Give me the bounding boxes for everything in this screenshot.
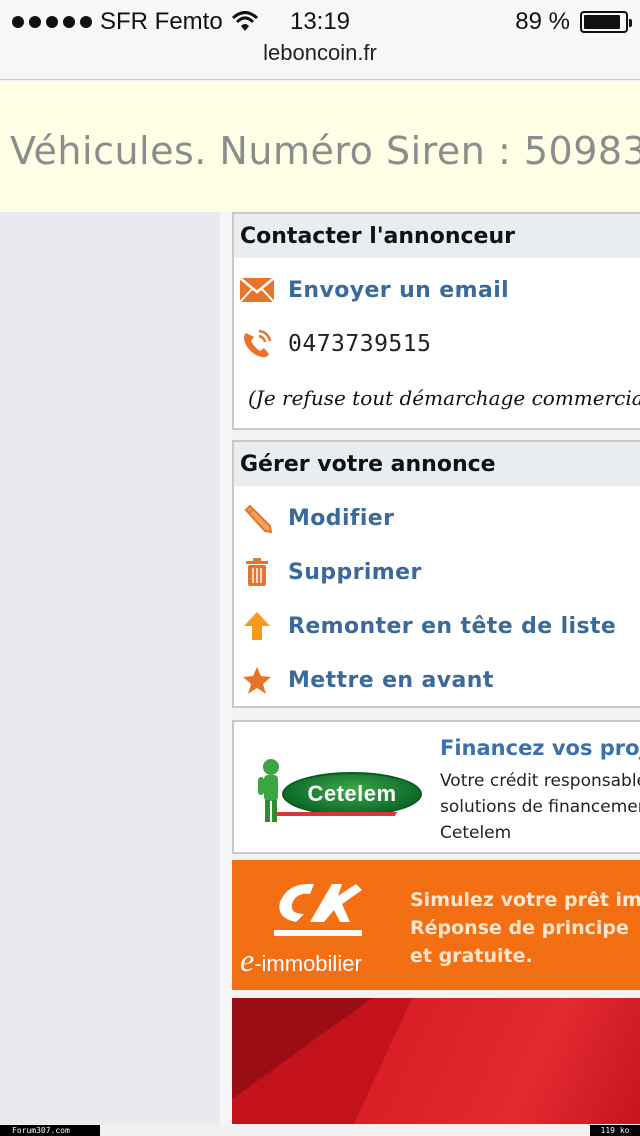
arrow-up-icon [238, 608, 276, 644]
feature-link[interactable]: Mettre en avant [234, 660, 494, 700]
modify-link[interactable]: Modifier [234, 498, 394, 538]
manage-title: Gérer votre annonce [234, 442, 640, 486]
left-column [0, 212, 220, 1124]
red-ad-banner[interactable] [232, 998, 640, 1128]
trash-icon [238, 554, 276, 590]
red-ad-shape [232, 998, 372, 1128]
envelope-icon [238, 272, 276, 308]
column-gutter [220, 212, 232, 1124]
address-bar[interactable]: leboncoin.fr [0, 40, 640, 66]
status-bar: SFR Femto 13:19 89 % leboncoin.fr [0, 0, 640, 80]
ca-logo-icon [274, 883, 362, 936]
email-label: Envoyer un email [288, 277, 510, 303]
battery-percent: 89 % [515, 8, 570, 35]
red-ad-gradient [352, 998, 640, 1128]
contact-title: Contacter l'annonceur [234, 214, 640, 258]
status-right: 89 % [515, 8, 632, 36]
ca-logo-suffix: -immobilier [254, 951, 362, 976]
contact-box: Contacter l'annonceur Envoyer un email 0… [232, 212, 640, 430]
pencil-icon [238, 500, 276, 536]
phone-number: 0473739515 [288, 331, 432, 357]
ca-immobilier-ad[interactable]: e-immobilier Simulez votre prêt immobili… [232, 860, 640, 990]
delete-link[interactable]: Supprimer [234, 552, 422, 592]
feature-label: Mettre en avant [288, 667, 494, 693]
ca-line-2: Réponse de principe [410, 917, 629, 939]
cetelem-title: Financez vos projets [440, 736, 640, 760]
ca-line-3: et gratuite. [410, 945, 533, 967]
manage-box: Gérer votre annonce Modifier Supprimer R… [232, 440, 640, 708]
delete-label: Supprimer [288, 559, 422, 585]
email-link[interactable]: Envoyer un email [234, 270, 509, 310]
cetelem-line-2: solutions de financement [440, 797, 640, 817]
bump-label: Remonter en tête de liste [288, 613, 617, 639]
ca-body: Simulez votre prêt immobilier Réponse de… [410, 886, 640, 970]
ca-logo-e: e [240, 942, 255, 978]
star-icon [238, 662, 276, 698]
watermark-right: 119 ko [590, 1125, 640, 1136]
no-solicitation-note: (Je refuse tout démarchage commercial [248, 386, 640, 410]
cetelem-line-3: Cetelem [440, 823, 512, 843]
ca-line-1: Simulez votre prêt immobilier [410, 889, 640, 911]
ca-e-immobilier-logo: e-immobilier [240, 942, 362, 979]
modify-label: Modifier [288, 505, 395, 531]
cetelem-logo: Cetelem [282, 772, 422, 816]
category-banner: Véhicules. Numéro Siren : 509830 [0, 81, 640, 212]
phone-row[interactable]: 0473739515 [234, 324, 431, 364]
cetelem-ad[interactable]: Cetelem Financez vos projets Votre crédi… [232, 720, 640, 854]
phone-icon [238, 326, 276, 362]
battery-icon [580, 11, 632, 33]
cetelem-swoosh [274, 812, 398, 816]
banner-text: Véhicules. Numéro Siren : 509830 [10, 129, 640, 173]
cetelem-line-1: Votre crédit responsable [440, 771, 640, 791]
watermark-left: Forum307.com [0, 1125, 100, 1136]
cetelem-body: Votre crédit responsable solutions de fi… [440, 768, 640, 846]
bump-link[interactable]: Remonter en tête de liste [234, 606, 616, 646]
